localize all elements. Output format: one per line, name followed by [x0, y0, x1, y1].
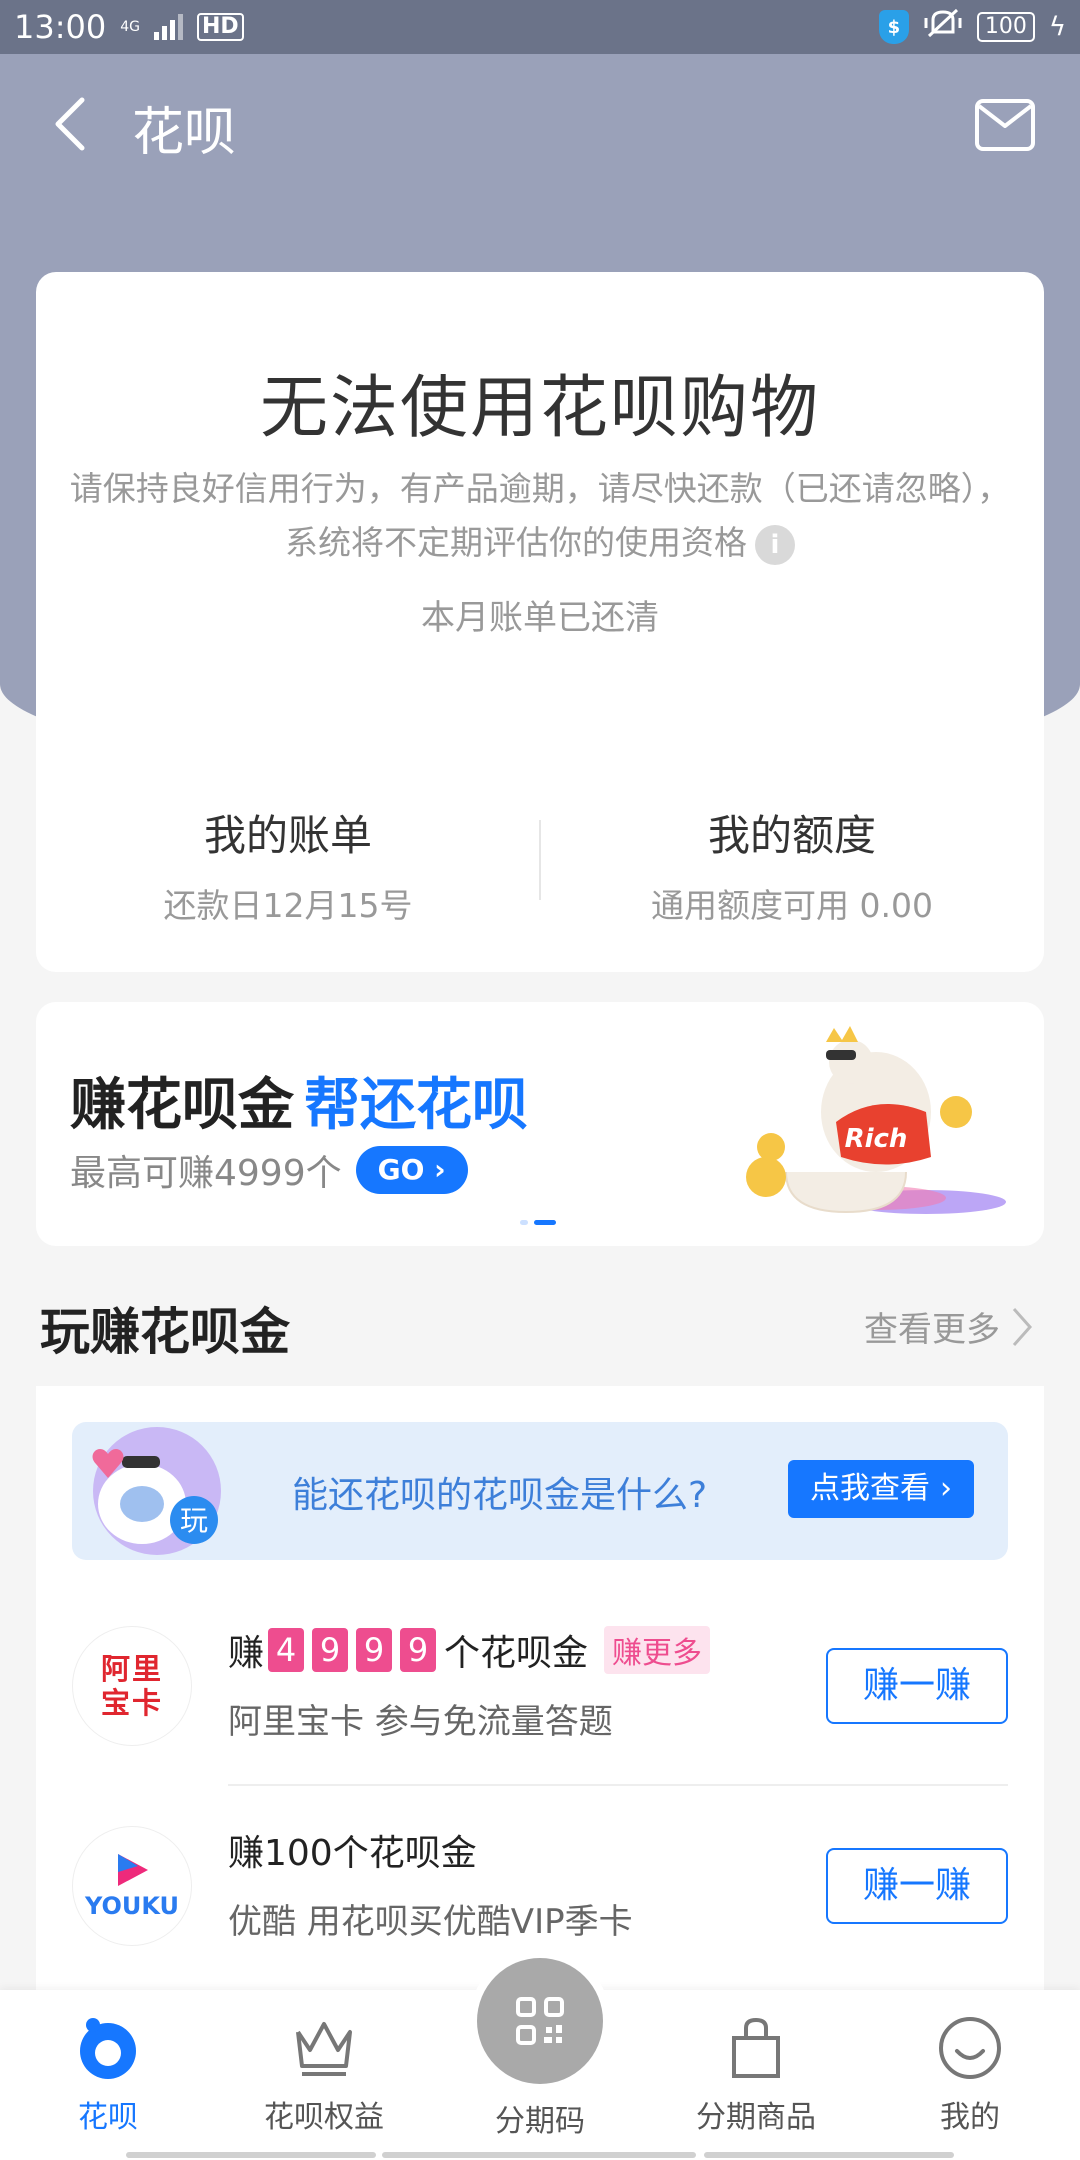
- status-card: 无法使用花呗购物 请保持良好信用行为，有产品逾期，请尽快还款（已还请忽略），系统…: [36, 272, 1044, 972]
- info-banner-text: 能还花呗的花呗金是什么?: [292, 1475, 708, 1516]
- task-title-prefix: 赚: [228, 1633, 265, 1674]
- network-type: 4G: [120, 19, 140, 35]
- carousel-indicator: [520, 1220, 556, 1225]
- see-more-link[interactable]: 查看更多: [864, 1302, 1034, 1351]
- chevron-right-icon: [1012, 1307, 1033, 1346]
- my-quota-title: 我的额度: [707, 811, 876, 860]
- task-description: 阿里宝卡 参与免流量答题: [228, 1702, 613, 1742]
- status-time: 13:00: [14, 8, 107, 46]
- shield-icon: $: [878, 10, 909, 44]
- go-label: GO: [377, 1153, 425, 1186]
- hd-icon: HD: [196, 13, 244, 41]
- task-title: 赚 4999 个花呗金 赚更多: [228, 1624, 711, 1676]
- banner-title: 赚花呗金 帮还花呗: [70, 1060, 528, 1141]
- gesture-bar: [126, 2152, 376, 2158]
- available-quota: 通用额度可用 0.00: [651, 886, 933, 925]
- mascot-illustration: Rich: [746, 1026, 1006, 1214]
- digit-box: 4: [268, 1628, 305, 1672]
- my-quota-button[interactable]: 我的额度 通用额度可用 0.00: [540, 802, 1044, 927]
- chevron-left-icon: [55, 97, 85, 151]
- tab-label: 我的: [940, 2100, 1000, 2135]
- charging-icon: ϟ: [1048, 12, 1066, 42]
- view-details-button[interactable]: 点我查看 ›: [788, 1460, 974, 1518]
- info-icon[interactable]: i: [755, 524, 795, 565]
- tab-label: 花呗: [78, 2100, 138, 2135]
- task-list-panel: 玩 能还花呗的花呗金是什么? 点我查看 › 阿里宝卡 赚 4999 个花呗金 赚…: [36, 1386, 1044, 2006]
- digit-box: 9: [312, 1628, 349, 1672]
- tab-mine[interactable]: 我的: [880, 2012, 1060, 2136]
- page-title: 花呗: [132, 103, 237, 163]
- list-item: 阿里宝卡 赚 4999 个花呗金 赚更多 阿里宝卡 参与免流量答题 赚一赚: [72, 1586, 1008, 1786]
- banner-subtitle: 最高可赚4999个 GO ›: [70, 1144, 468, 1196]
- list-item: YOUKU 赚100个花呗金 优酷 用花呗买优酷VIP季卡 赚一赚: [72, 1786, 1008, 1986]
- rich-badge-text: Rich: [845, 1124, 908, 1154]
- digit-box: 9: [400, 1628, 437, 1672]
- crown-icon: [288, 2012, 360, 2084]
- task-title-suffix: 个花呗金: [444, 1633, 589, 1674]
- youku-logo-text: YOUKU: [84, 1892, 180, 1920]
- mail-button[interactable]: [974, 98, 1036, 152]
- section-title: 玩赚花呗金: [40, 1303, 290, 1361]
- vibrate-icon: [923, 6, 963, 48]
- repayment-date: 还款日12月15号: [163, 886, 413, 925]
- chevron-right-icon: ›: [940, 1471, 952, 1506]
- see-more-label: 查看更多: [864, 1310, 1000, 1350]
- promo-banner[interactable]: 赚花呗金 帮还花呗 最高可赚4999个 GO › Rich: [36, 1002, 1044, 1246]
- go-button[interactable]: GO ›: [355, 1146, 468, 1194]
- battery-icon: 100: [976, 12, 1035, 42]
- status-description: 请保持良好信用行为，有产品逾期，请尽快还款（已还请忽略），系统将不定期评估你的使…: [60, 462, 1020, 570]
- digit-box: 9: [356, 1628, 393, 1672]
- nav-bar: 花呗: [0, 54, 1080, 194]
- status-title: 无法使用花呗购物: [259, 369, 820, 448]
- mascot-label: 玩: [180, 1504, 208, 1537]
- tab-label: 分期码: [495, 2104, 585, 2139]
- my-bill-button[interactable]: 我的账单 还款日12月15号: [36, 802, 540, 927]
- ali-baoka-logo: 阿里宝卡: [72, 1626, 192, 1746]
- tab-huabei[interactable]: 花呗: [18, 2012, 198, 2136]
- ali-baoka-logo-text: 阿里宝卡: [100, 1652, 163, 1720]
- view-details-label: 点我查看: [810, 1471, 930, 1506]
- tab-label: 花呗权益: [264, 2100, 384, 2135]
- back-button[interactable]: [40, 94, 100, 154]
- youku-play-icon: [117, 1854, 148, 1886]
- earn-button[interactable]: 赚一赚: [826, 1848, 1008, 1924]
- qr-code-icon: [516, 1997, 564, 2045]
- status-bar: 13:00 4G HD $ 100 ϟ: [0, 0, 1080, 54]
- tab-label: 分期商品: [696, 2100, 816, 2135]
- tab-installment-products[interactable]: 分期商品: [666, 2012, 846, 2136]
- installment-code-button[interactable]: [477, 1958, 603, 2084]
- banner-subtitle-text: 最高可赚4999个: [70, 1153, 342, 1194]
- tab-huabei-benefits[interactable]: 花呗权益: [234, 2012, 414, 2136]
- status-description-text: 请保持良好信用行为，有产品逾期，请尽快还款（已还请忽略），系统将不定期评估你的使…: [69, 469, 1011, 562]
- task-description: 优酷 用花呗买优酷VIP季卡: [228, 1902, 633, 1942]
- huabei-icon: [72, 2012, 144, 2084]
- signal-icon: [153, 14, 183, 40]
- my-bill-title: 我的账单: [203, 811, 372, 860]
- huabei-gold-info-banner[interactable]: 玩 能还花呗的花呗金是什么? 点我查看 ›: [72, 1422, 1008, 1560]
- gesture-bar: [382, 2152, 696, 2158]
- banner-title-main: 赚花呗金: [70, 1073, 294, 1138]
- shopping-bag-icon: [720, 2012, 792, 2084]
- smile-icon: [934, 2012, 1006, 2084]
- earn-more-tag: 赚更多: [604, 1626, 711, 1674]
- youku-logo: YOUKU: [72, 1826, 192, 1946]
- earn-button[interactable]: 赚一赚: [826, 1648, 1008, 1724]
- task-title: 赚100个花呗金: [228, 1833, 477, 1874]
- banner-title-highlight: 帮还花呗: [304, 1073, 528, 1138]
- bill-paid-status: 本月账单已还清: [421, 598, 659, 638]
- mail-icon: [975, 99, 1035, 151]
- mascot-icon: 玩: [92, 1427, 221, 1555]
- gesture-bar: [704, 2152, 954, 2158]
